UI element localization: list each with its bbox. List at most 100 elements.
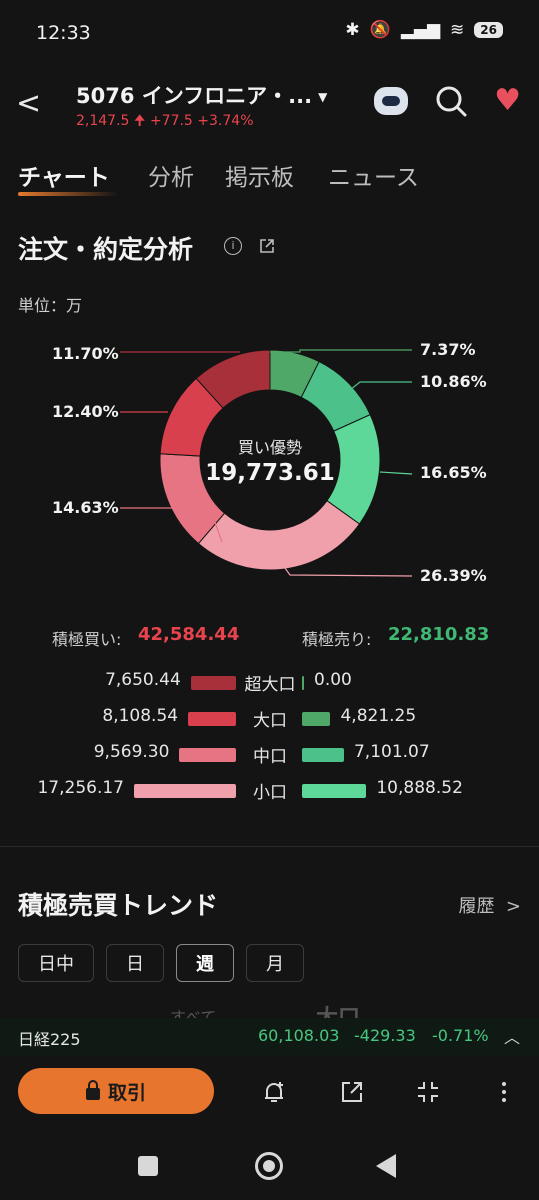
collapse-icon[interactable] <box>414 1078 442 1106</box>
breakdown-row-large: 8,108.54 大口 4,821.25 <box>0 704 539 732</box>
period-tab-week[interactable]: 週 <box>176 944 234 982</box>
size-label: 大口 <box>253 711 287 731</box>
slice-label-large-sell: 10.86% <box>420 372 487 391</box>
leader-line-small-buy <box>284 567 413 577</box>
chevron-up-icon[interactable]: ︿ <box>504 1024 520 1048</box>
tab-board[interactable]: 掲示板 <box>225 158 294 192</box>
mute-icon: 🔕 <box>369 20 391 40</box>
history-label: 履歴 <box>458 896 495 917</box>
breakdown-row-super-large: 7,650.44 超大口 0.00 <box>0 668 539 696</box>
buy-value: 9,569.30 <box>93 742 170 762</box>
main-tabs: チャート 分析 掲示板 ニュース <box>18 158 518 198</box>
stock-change: +77.5 <box>149 113 193 129</box>
slice-label-small-buy: 26.39% <box>420 566 487 585</box>
totals-row: 積極買い: 42,584.44 積極売り: 22,810.83 <box>0 624 539 652</box>
status-icons: ✱ 🔕 ▂▄▆ ≋ 26 <box>345 20 503 40</box>
order-donut-chart: 買い優勢 19,773.61 7.37% 10.86% 16.65% 26.39… <box>0 330 539 600</box>
recents-icon[interactable] <box>138 1156 158 1176</box>
ticker-price: 60,108.03 <box>258 1026 340 1045</box>
size-label: 小口 <box>253 783 287 803</box>
sell-bar <box>302 748 344 762</box>
buy-bar <box>188 712 236 726</box>
order-size-breakdown: 7,650.44 超大口 0.00 8,108.54 大口 4,821.25 9,569.3… <box>0 668 539 808</box>
tab-active-indicator <box>18 192 118 196</box>
tab-analysis[interactable]: 分析 <box>148 158 194 192</box>
header-actions: ♥ <box>374 84 521 118</box>
tab-news[interactable]: ニュース <box>328 158 419 192</box>
total-sell-label: 積極売り: <box>302 630 372 649</box>
search-icon[interactable] <box>434 84 468 118</box>
slice-label-medium-buy: 14.63% <box>52 498 119 517</box>
stock-title[interactable]: 5076 インフロニア・... ▼ <box>76 80 327 110</box>
sell-value: 0.00 <box>314 670 352 690</box>
bottom-action-bar: 取引 <box>0 1058 539 1128</box>
buy-bar <box>190 676 236 690</box>
robot-assistant-icon[interactable] <box>374 87 409 115</box>
info-icon[interactable]: i <box>224 237 242 255</box>
breakdown-row-medium: 9,569.30 中口 7,101.07 <box>0 740 539 768</box>
bluetooth-icon: ✱ <box>345 20 360 40</box>
sell-value: 7,101.07 <box>353 742 430 762</box>
section-divider <box>0 846 539 847</box>
history-link[interactable]: 履歴 > <box>458 892 521 918</box>
buy-value: 8,108.54 <box>102 706 179 726</box>
share-icon[interactable] <box>338 1078 366 1106</box>
signal-icon: ▂▄▆ <box>400 20 441 40</box>
alert-bell-icon[interactable] <box>260 1078 288 1106</box>
stock-price: 2,147.5 <box>76 113 130 129</box>
slice-label-super-large-sell: 7.37% <box>420 340 476 359</box>
battery-icon: 26 <box>474 22 503 38</box>
period-tab-day[interactable]: 日 <box>106 944 164 982</box>
period-tab-intraday[interactable]: 日中 <box>18 944 94 982</box>
leader-line-medium-sell <box>379 471 413 475</box>
leader-line-large-sell <box>349 381 412 391</box>
index-ticker[interactable]: 日経225 60,108.03 -429.33 -0.71% ︿ <box>0 1018 539 1056</box>
leader-line-super-large-sell <box>270 349 412 353</box>
lock-icon <box>85 1080 100 1100</box>
trade-button[interactable]: 取引 <box>18 1068 214 1114</box>
status-bar: 12:33 ✱ 🔕 ▂▄▆ ≋ 26 <box>0 0 539 68</box>
total-sell-value: 22,810.83 <box>388 624 490 645</box>
system-nav-bar <box>0 1130 539 1200</box>
ticker-change-pct: -0.71% <box>432 1026 489 1045</box>
favorite-heart-icon[interactable]: ♥ <box>494 86 521 116</box>
period-tab-month[interactable]: 月 <box>246 944 304 982</box>
slice-label-large-buy: 12.40% <box>52 402 119 421</box>
donut-center-label: 買い優勢 <box>237 438 302 457</box>
section-title: 注文・約定分析 <box>18 235 194 264</box>
slice-label-medium-sell: 16.65% <box>420 463 487 482</box>
stock-name: 5076 インフロニア・... <box>76 84 313 108</box>
stock-change-pct: +3.74% <box>197 113 254 129</box>
sell-bar <box>302 784 367 798</box>
stock-price-line: 2,147.5 🠉 +77.5 +3.74% <box>76 110 254 134</box>
slice-label-super-large-buy: 11.70% <box>52 344 119 363</box>
period-tabs: 日中 日 週 月 <box>18 944 304 984</box>
back-icon[interactable]: < <box>16 86 41 121</box>
sell-bar <box>302 712 331 726</box>
tab-chart[interactable]: チャート <box>18 158 110 192</box>
size-label: 超大口 <box>244 675 296 695</box>
total-buy-label: 積極買い: <box>52 630 122 649</box>
buy-value: 17,256.17 <box>37 778 124 798</box>
sell-value: 10,888.52 <box>376 778 463 798</box>
buy-bar <box>179 748 236 762</box>
home-icon[interactable] <box>255 1152 283 1180</box>
trade-label: 取引 <box>107 1081 146 1104</box>
status-time: 12:33 <box>36 22 91 44</box>
buy-bar <box>134 784 236 798</box>
caret-down-icon: ▼ <box>318 90 328 104</box>
buy-value: 7,650.44 <box>105 670 181 690</box>
total-buy-value: 42,584.44 <box>138 624 240 645</box>
sell-value: 4,821.25 <box>340 706 417 726</box>
ticker-change: -429.33 <box>354 1026 416 1045</box>
more-vertical-icon[interactable] <box>490 1078 518 1106</box>
back-nav-icon[interactable] <box>376 1154 396 1178</box>
chevron-right-icon: > <box>500 896 521 917</box>
unit-label: 単位：万 <box>18 296 83 315</box>
trend-title: 積極売買トレンド <box>18 891 219 920</box>
breakdown-row-small: 17,256.17 小口 10,888.52 <box>0 776 539 804</box>
share-icon[interactable] <box>258 237 276 255</box>
arrow-up-icon: 🠉 <box>133 113 146 129</box>
donut-center-value: 19,773.61 <box>205 460 335 486</box>
sell-bar <box>302 676 304 690</box>
